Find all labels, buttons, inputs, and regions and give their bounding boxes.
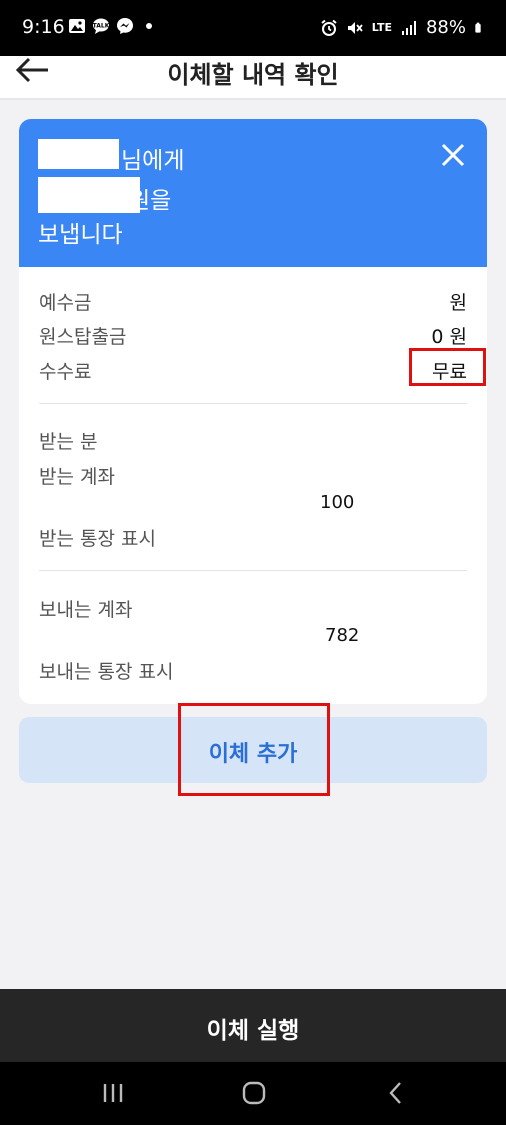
talk-icon: TALK: [93, 18, 110, 34]
deposit-label: 예수금: [39, 292, 92, 314]
signal-icon: [401, 20, 416, 35]
execute-transfer-button[interactable]: 이체 실행: [0, 989, 506, 1062]
close-icon[interactable]: [439, 141, 467, 169]
alarm-icon: [321, 19, 337, 36]
sender-display-row: 보내는 통장 표시: [39, 657, 467, 684]
deposit-row: 예수금 원: [39, 288, 467, 315]
back-nav-icon[interactable]: [381, 1078, 411, 1108]
status-time: 9:16: [22, 16, 65, 38]
recipient-account-value: 100: [320, 492, 355, 513]
header-amount-suffix: 원을: [129, 188, 172, 214]
section-divider: [39, 403, 467, 404]
onestop-row: 원스탑출금 0 원: [39, 322, 467, 349]
fee-row: 수수료 무료: [39, 357, 467, 384]
recipient-display-label: 받는 통장 표시: [39, 528, 156, 550]
page-title: 이체할 내역 확인: [167, 61, 339, 89]
app-bar: 이체할 내역 확인: [0, 56, 506, 98]
gallery-icon: [69, 19, 85, 33]
redacted-recipient-name: [38, 139, 119, 169]
mute-icon: [347, 21, 363, 34]
messenger-icon: [117, 18, 133, 34]
network-type: LTE: [371, 21, 392, 34]
redacted-amount: [38, 177, 140, 213]
header-recipient-suffix: 님에게: [121, 148, 185, 174]
execute-transfer-label: 이체 실행: [206, 1018, 300, 1044]
notification-icons: TALK: [68, 17, 158, 35]
sender-display-label: 보내는 통장 표시: [39, 661, 174, 683]
fee-label: 수수료: [39, 361, 92, 383]
battery-icon: [475, 22, 481, 33]
dot-icon: [146, 23, 152, 29]
system-nav-bar: [0, 1062, 506, 1125]
recent-apps-icon[interactable]: [98, 1078, 128, 1108]
card-header: 님에게 원을 보냅니다: [19, 119, 487, 267]
sender-account-value: 782: [325, 625, 360, 646]
sender-account-label: 보내는 계좌: [39, 599, 133, 621]
recipient-name-label: 받는 분: [39, 431, 98, 453]
deposit-value: 원: [449, 292, 467, 314]
section-divider: [39, 570, 467, 571]
add-transfer-highlight-box: [178, 703, 330, 796]
battery-level: 88%: [425, 17, 466, 38]
recipient-account-row: 받는 계좌: [39, 462, 467, 489]
header-send-text: 보냅니다: [38, 222, 123, 248]
onestop-value: 0 원: [431, 326, 467, 348]
recipient-account-label: 받는 계좌: [39, 466, 115, 488]
svg-text:TALK: TALK: [93, 23, 110, 30]
app-bar-divider: [0, 98, 506, 100]
fee-highlight-box: [409, 348, 486, 386]
transfer-summary-card: 님에게 원을 보냅니다 예수금 원 원스탑출금 0 원 수수료 무료 받는 분 …: [19, 119, 487, 704]
recipient-display-row: 받는 통장 표시: [39, 524, 467, 551]
status-bar: 9:16 TALK LTE 88%: [0, 0, 506, 56]
system-icons: LTE 88%: [320, 17, 486, 38]
recipient-name-row: 받는 분: [39, 427, 467, 454]
onestop-label: 원스탑출금: [39, 326, 127, 348]
home-icon[interactable]: [239, 1078, 269, 1108]
sender-account-row: 보내는 계좌: [39, 595, 467, 622]
